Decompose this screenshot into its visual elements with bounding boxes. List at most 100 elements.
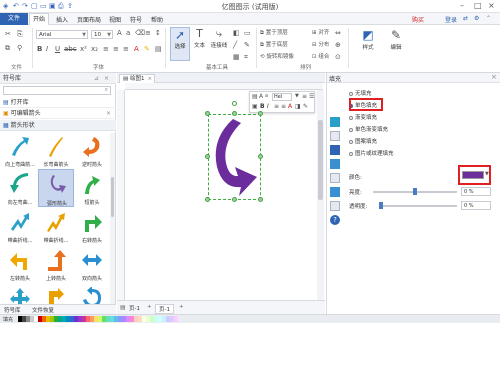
align-left-icon[interactable]: ≡	[103, 45, 109, 54]
close-panel-icon[interactable]: ×	[104, 73, 109, 84]
italic-icon[interactable]: I	[267, 103, 269, 110]
resize-handle[interactable]	[205, 197, 210, 202]
shrink-font-icon[interactable]: a	[265, 93, 268, 99]
format-icon[interactable]: ⊙	[335, 53, 341, 62]
menu-start[interactable]: 开始	[29, 13, 49, 25]
align-button[interactable]: ⊞ 对齐	[312, 29, 329, 38]
line-panel-icon[interactable]	[330, 131, 340, 141]
shape-zigzag-arrow-1[interactable]: 带曲折线...	[2, 207, 38, 245]
align-center-icon[interactable]: ≡	[113, 45, 119, 54]
basic-library-row[interactable]: ▣ 可编辑箭头 ×	[0, 108, 116, 119]
align-center-icon[interactable]: ≡	[281, 103, 286, 110]
brightness-input[interactable]: 0 %	[461, 187, 491, 196]
purple-arc-arrow-shape[interactable]	[211, 117, 259, 198]
add-tab-icon[interactable]: +	[179, 304, 184, 310]
menu-help[interactable]: 帮助	[151, 15, 163, 24]
page-select[interactable]: 页-1	[129, 304, 140, 312]
shape-right-turn-arrow[interactable]: 右转箭头	[74, 207, 110, 245]
chevron-down-icon[interactable]: ▼	[485, 171, 489, 177]
radio-picture-fill[interactable]: 图片或纹理填充	[349, 149, 394, 157]
menu-symbol[interactable]: 符号	[130, 15, 142, 24]
fill-bucket-icon[interactable]: ◧	[233, 29, 240, 38]
text-box-icon[interactable]: ▤	[155, 45, 162, 54]
font-color-icon[interactable]: A	[288, 103, 292, 110]
page-list-icon[interactable]: ▤	[120, 304, 126, 311]
properties-panel-icon[interactable]	[330, 187, 340, 197]
font-size-select[interactable]: 10 ▼	[91, 30, 113, 39]
canvas-page[interactable]: ▤ A a Hel ▼ ≡ ☰ ▣ B I ≡ ≡ A ◨ ✎	[125, 90, 316, 300]
shape-left-curved-arrow[interactable]: 向左弯曲...	[2, 169, 38, 207]
align-right-icon[interactable]: ≡	[123, 45, 129, 54]
paint-icon[interactable]: ▣	[252, 103, 258, 110]
transparency-slider-thumb[interactable]	[379, 202, 383, 209]
shape-long-curved-arrow[interactable]: 长弯曲箭头	[38, 131, 74, 169]
collapse-ribbon-icon[interactable]: ⌃	[486, 15, 491, 22]
bring-front-button[interactable]: ⧉ 置于顶层	[260, 29, 288, 38]
image-panel-icon[interactable]	[330, 159, 340, 169]
align-left-icon[interactable]: ≡	[274, 103, 279, 110]
close-icon[interactable]: ×	[488, 1, 495, 10]
help-icon[interactable]: ?	[330, 215, 340, 225]
brightness-slider-thumb[interactable]	[413, 188, 417, 195]
style-button[interactable]: ◩ 样式	[356, 27, 380, 61]
library-scrollbar-thumb[interactable]	[111, 177, 114, 217]
font-name-select[interactable]: Arial ▼	[36, 30, 88, 39]
transparency-slider[interactable]	[379, 205, 457, 207]
copy-icon[interactable]: ⧉	[5, 44, 10, 53]
crop-icon[interactable]: ⌗	[244, 53, 248, 62]
rotate-mirror-button[interactable]: ⟲ 旋转和镜像	[260, 53, 294, 62]
highlight-color-icon[interactable]: ✎	[144, 45, 150, 54]
pencil-icon[interactable]: ✎	[244, 41, 250, 50]
close-panel-icon[interactable]: ×	[491, 73, 497, 81]
shape-double-arrow[interactable]: 双向箭头	[74, 245, 110, 283]
resize-handle[interactable]	[205, 154, 210, 159]
fill-color-icon[interactable]: ◨	[295, 103, 301, 110]
shape-left-turn-arrow[interactable]: 左转箭头	[2, 245, 38, 283]
clear-format-icon[interactable]: ⌫	[135, 29, 145, 38]
fill-panel-icon[interactable]	[330, 117, 340, 127]
select-tool-button[interactable]: ➚ 选择	[170, 27, 190, 61]
text-tool-button[interactable]: T 文本	[191, 27, 208, 61]
tab-symbol-library[interactable]: 符号库	[4, 306, 21, 314]
library-search-input[interactable]: ⌕	[3, 86, 111, 95]
bold-icon[interactable]: B	[37, 45, 42, 54]
pin-icon[interactable]: ⊿	[94, 73, 99, 84]
close-icon[interactable]: ×	[106, 108, 111, 119]
maximize-icon[interactable]: □	[474, 1, 482, 10]
line-spacing-icon[interactable]: ↕	[155, 29, 161, 38]
page-tab-1[interactable]: 页-1	[155, 304, 174, 314]
tab-file-recovery[interactable]: 文件恢复	[32, 306, 54, 314]
shape-arc-arrow-selected[interactable]: 弧形箭头	[38, 169, 74, 207]
shape-zigzag-arrow-2[interactable]: 带曲折线...	[38, 207, 74, 245]
menu-file[interactable]: 文件	[0, 13, 28, 25]
radio-no-fill[interactable]: 无填充	[349, 89, 372, 97]
align-icon[interactable]: ≡	[302, 93, 307, 100]
open-library-row[interactable]: ▤ 打开库	[0, 97, 116, 108]
menu-insert[interactable]: 插入	[56, 15, 68, 24]
login-link[interactable]: 登录	[445, 15, 457, 24]
scrollbar-thumb[interactable]	[318, 120, 323, 200]
radio-gradient-fill[interactable]: 渐变填充	[349, 113, 377, 121]
italic-icon[interactable]: I	[46, 45, 48, 54]
group-button[interactable]: ⊡ 组合	[312, 53, 329, 62]
tab-drawing1[interactable]: ▤ 绘图1 ×	[119, 74, 155, 83]
minimize-icon[interactable]: –	[460, 1, 464, 10]
protect-icon[interactable]: ⊕	[335, 41, 341, 50]
share-icon[interactable]: ⇄	[463, 15, 468, 22]
subscript-icon[interactable]: x₂	[91, 45, 98, 54]
transparency-input[interactable]: 0 %	[461, 201, 491, 210]
fill-color-swatch[interactable]	[462, 171, 484, 179]
bold-icon[interactable]: B	[260, 103, 265, 110]
grow-font-icon[interactable]: A	[117, 29, 122, 38]
line-color-icon[interactable]: ✎	[303, 103, 308, 110]
shape-counterclockwise-arrow[interactable]: 逆时箭头	[74, 131, 110, 169]
menu-page-layout[interactable]: 页面布局	[77, 15, 101, 24]
shape-up-turn-arrow[interactable]: 上转箭头	[38, 245, 74, 283]
format-icon[interactable]: ▤	[252, 93, 258, 100]
layers-panel-icon[interactable]	[330, 201, 340, 211]
shadow-icon[interactable]: ▦	[233, 53, 240, 62]
resize-handle[interactable]	[258, 111, 263, 116]
category-row[interactable]: ▦ 箭头形状	[0, 120, 116, 131]
add-page-icon[interactable]: +	[147, 304, 152, 310]
shape-up-curved-arrow[interactable]: 向上弯曲箭...	[2, 131, 38, 169]
